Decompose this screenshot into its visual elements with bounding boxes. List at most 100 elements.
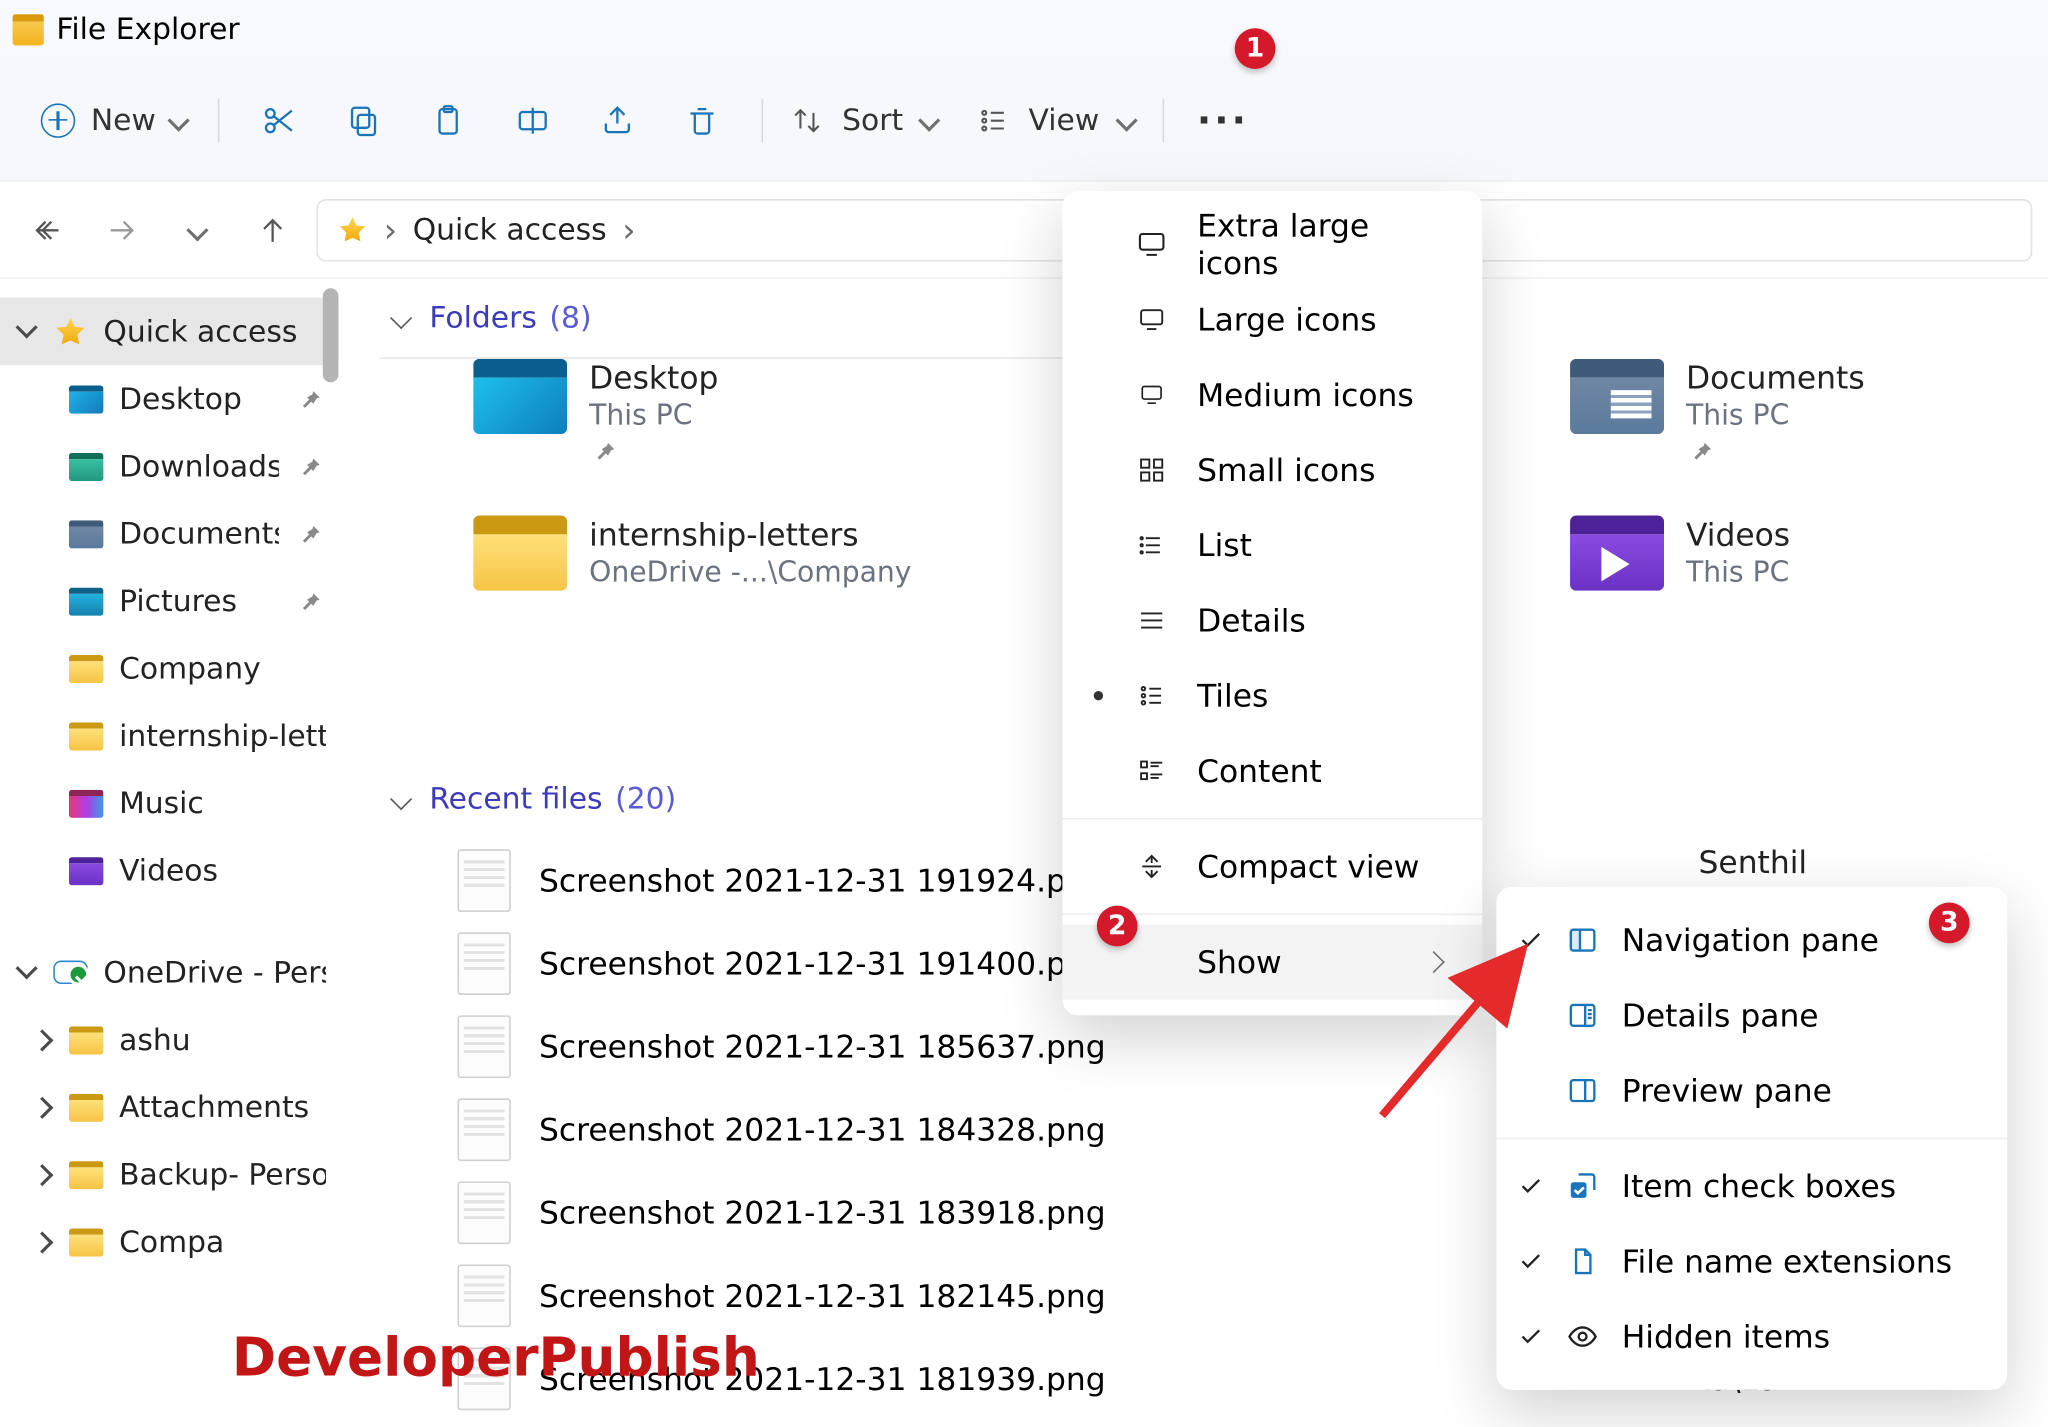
sidebar-item-label: Pictures bbox=[119, 584, 279, 618]
view-button[interactable]: View bbox=[969, 93, 1143, 146]
overflow-button[interactable]: ··· bbox=[1182, 98, 1263, 142]
sidebar-scrollbar[interactable] bbox=[323, 288, 339, 382]
chevron-down-icon bbox=[385, 791, 416, 807]
rename-button[interactable] bbox=[493, 89, 574, 152]
chevron-down-icon bbox=[168, 109, 190, 131]
menu-item-extra-large-icons[interactable]: Extra large icons bbox=[1062, 207, 1482, 282]
sidebar-item-downloads[interactable]: Downloads bbox=[0, 432, 338, 499]
menu-item-file-name-extensions[interactable]: File name extensions bbox=[1496, 1224, 2007, 1299]
pin-icon bbox=[295, 454, 326, 479]
sidebar-item-pictures[interactable]: Pictures bbox=[0, 567, 338, 634]
folder-location: This PC bbox=[589, 400, 718, 433]
history-button[interactable] bbox=[166, 198, 229, 261]
menu-item-hidden-items[interactable]: Hidden items bbox=[1496, 1299, 2007, 1374]
cut-button[interactable] bbox=[239, 89, 320, 152]
sidebar-item-label: OneDrive - Perso bbox=[103, 955, 325, 989]
file-thumbnail bbox=[458, 1015, 511, 1078]
pin-icon bbox=[1686, 439, 1717, 464]
folder-icon bbox=[473, 516, 567, 591]
menu-item-item-check-boxes[interactable]: Item check boxes bbox=[1496, 1149, 2007, 1224]
check-icon bbox=[1518, 928, 1543, 953]
star-icon bbox=[337, 214, 368, 245]
menu-item-details[interactable]: Details bbox=[1062, 583, 1482, 658]
sidebar-item-backup-person[interactable]: Backup- Person bbox=[0, 1141, 338, 1208]
menu-item-details-pane[interactable]: Details pane bbox=[1496, 978, 2007, 1053]
folder-icon bbox=[69, 789, 103, 817]
check-icon bbox=[1518, 1324, 1543, 1349]
sidebar-item-label: Downloads bbox=[119, 449, 279, 483]
folder-tile-videos[interactable]: VideosThis PC bbox=[1570, 516, 1790, 591]
copy-icon bbox=[347, 103, 381, 137]
sidebar-item-internship-letter[interactable]: internship-letter bbox=[0, 702, 338, 769]
sidebar-item-onedrive[interactable]: OneDrive - Perso bbox=[0, 939, 338, 1006]
back-button[interactable] bbox=[16, 198, 79, 261]
folder-tile-desktop[interactable]: DesktopThis PC bbox=[473, 359, 718, 464]
preview-pane-icon bbox=[1565, 1075, 1599, 1106]
onedrive-icon bbox=[53, 961, 87, 985]
star-icon bbox=[53, 314, 87, 348]
sidebar-item-desktop[interactable]: Desktop bbox=[0, 365, 338, 432]
sort-button[interactable]: Sort bbox=[783, 93, 947, 146]
sidebar-item-attachments[interactable]: Attachments bbox=[0, 1073, 338, 1140]
menu-item-list[interactable]: List bbox=[1062, 508, 1482, 583]
sidebar-item-label: Attachments bbox=[119, 1090, 326, 1124]
folder-icon bbox=[69, 722, 103, 750]
recent-file-row[interactable]: Screenshot 2021-12-31 181720.pngThis PC\… bbox=[379, 1420, 2048, 1427]
plus-icon bbox=[41, 103, 75, 137]
share-button[interactable] bbox=[577, 89, 658, 152]
trash-icon bbox=[685, 103, 719, 137]
compact-icon bbox=[1134, 852, 1168, 880]
new-label: New bbox=[91, 103, 156, 137]
menu-item-tiles[interactable]: Tiles bbox=[1062, 658, 1482, 733]
folder-tile-internship-letters[interactable]: internship-lettersOneDrive -...\Company bbox=[473, 516, 911, 591]
sidebar-item-ashu[interactable]: ashu bbox=[0, 1006, 338, 1073]
sidebar-item-label: Company bbox=[119, 651, 326, 685]
chevron-down-icon bbox=[1115, 109, 1137, 131]
menu-item-large-icons[interactable]: Large icons bbox=[1062, 282, 1482, 357]
up-button[interactable] bbox=[241, 198, 304, 261]
file-thumbnail bbox=[458, 848, 511, 911]
chevron-right-icon bbox=[31, 1234, 53, 1250]
folder-icon bbox=[69, 519, 103, 547]
breadcrumb-item[interactable]: Quick access bbox=[413, 212, 607, 246]
menu-item-content[interactable]: Content bbox=[1062, 733, 1482, 808]
pin-icon bbox=[295, 521, 326, 546]
toolbar: New Sort View bbox=[0, 60, 2048, 182]
sidebar-item-compa[interactable]: Compa bbox=[0, 1208, 338, 1275]
navigation-pane[interactable]: Quick access Desktop Downloads Documents Pi… bbox=[0, 279, 338, 1427]
sidebar-item-quick-access[interactable]: Quick access bbox=[0, 298, 338, 365]
copy-button[interactable] bbox=[323, 89, 404, 152]
sidebar-item-documents[interactable]: Documents bbox=[0, 500, 338, 567]
sidebar-item-label: Music bbox=[119, 786, 326, 820]
folder-icon bbox=[69, 1026, 103, 1054]
sort-icon bbox=[792, 104, 823, 135]
tiles-icon bbox=[1134, 682, 1168, 710]
sidebar-item-company[interactable]: Company bbox=[0, 635, 338, 702]
new-button[interactable]: New bbox=[28, 90, 200, 150]
folder-icon bbox=[1570, 359, 1664, 434]
menu-item-compact-view[interactable]: Compact view bbox=[1062, 829, 1482, 904]
chevron-down-icon bbox=[16, 961, 38, 985]
sidebar-item-music[interactable]: Music bbox=[0, 769, 338, 836]
annotation-badge-2: 2 bbox=[1097, 906, 1138, 947]
sidebar-item-label: Documents bbox=[119, 516, 279, 550]
file-thumbnail bbox=[458, 1264, 511, 1327]
forward-button[interactable] bbox=[91, 198, 154, 261]
annotation-badge-3: 3 bbox=[1929, 903, 1970, 944]
menu-item-small-icons[interactable]: Small icons bbox=[1062, 432, 1482, 507]
sidebar-item-label: ashu bbox=[119, 1022, 326, 1056]
rename-icon bbox=[516, 103, 550, 137]
folder-tile-documents[interactable]: DocumentsThis PC bbox=[1570, 359, 1865, 464]
breadcrumb-chevron-icon: › bbox=[622, 211, 635, 249]
paste-button[interactable] bbox=[408, 89, 489, 152]
check-icon bbox=[1518, 1174, 1543, 1199]
delete-button[interactable] bbox=[662, 89, 743, 152]
menu-item-medium-icons[interactable]: Medium icons bbox=[1062, 357, 1482, 432]
menu-item-preview-pane[interactable]: Preview pane bbox=[1496, 1053, 2007, 1128]
chevron-right-icon bbox=[31, 1032, 53, 1048]
nav-address-bar: › Quick access › bbox=[0, 182, 2048, 279]
details-pane-icon bbox=[1565, 1000, 1599, 1031]
view-icon bbox=[978, 104, 1009, 135]
folder-icon bbox=[69, 654, 103, 682]
sidebar-item-videos[interactable]: Videos bbox=[0, 837, 338, 904]
